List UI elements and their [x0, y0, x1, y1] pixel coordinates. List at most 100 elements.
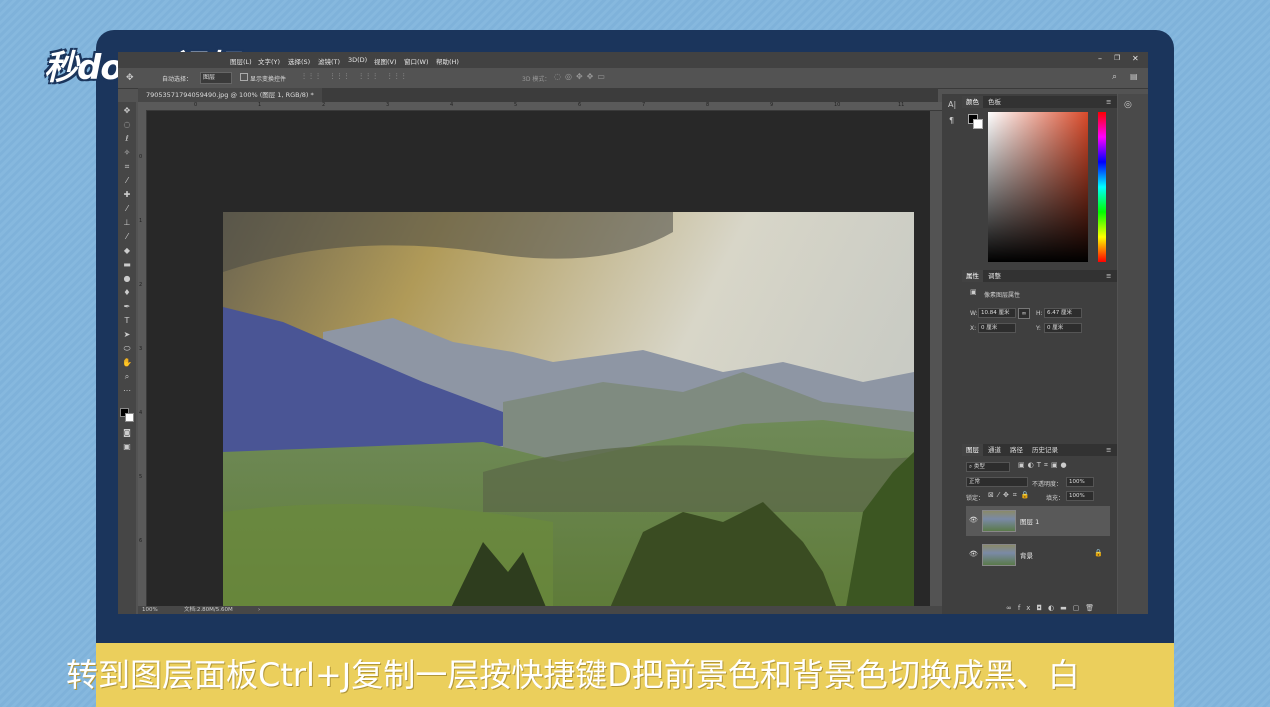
- stamp-tool-icon[interactable]: ⊥: [121, 218, 133, 228]
- hue-slider[interactable]: [1098, 112, 1106, 262]
- tab-color[interactable]: 颜色: [962, 96, 983, 108]
- tab-history[interactable]: 历史记录: [1028, 444, 1062, 456]
- ruler-tick: 6: [578, 102, 582, 108]
- ruler-tick: 1: [139, 218, 143, 224]
- path-select-tool-icon[interactable]: ➤: [121, 330, 133, 340]
- magic-wand-tool-icon[interactable]: ✧: [121, 148, 133, 158]
- type-tool-icon[interactable]: T: [121, 316, 133, 326]
- menu-bar: 图层(L) 文字(Y) 选择(S) 滤镜(T) 3D(D) 视图(V) 窗口(W…: [118, 52, 1148, 68]
- properties-title: 像素图层属性: [984, 292, 1021, 299]
- crop-tool-icon[interactable]: ⌗: [121, 162, 133, 172]
- shape-tool-icon[interactable]: ⬭: [121, 344, 133, 354]
- ruler-tick: 2: [139, 282, 143, 288]
- menu-type[interactable]: 文字(Y): [258, 56, 280, 66]
- ruler-tick: 7: [642, 102, 646, 108]
- lasso-tool-icon[interactable]: ℓ: [121, 134, 133, 144]
- lock-label: 锁定：: [966, 495, 985, 502]
- width-field[interactable]: 10.84 厘米: [978, 308, 1016, 318]
- ruler-tick: 5: [514, 102, 518, 108]
- h-label: H:: [1036, 310, 1043, 317]
- dodge-tool-icon[interactable]: ♦: [121, 288, 133, 298]
- fill-field[interactable]: 100%: [1066, 491, 1094, 501]
- layer-filter-icons[interactable]: ▣◐T⌗▣●: [1018, 461, 1070, 470]
- x-label: X:: [970, 325, 977, 332]
- document-canvas[interactable]: [147, 111, 930, 614]
- ruler-tick: 4: [139, 410, 143, 416]
- close-icon[interactable]: ✕: [1132, 54, 1139, 63]
- document-tabs: 79053571794059490.jpg @ 100% (图层 1, RGB/…: [138, 88, 938, 102]
- 3d-mode-label: 3D 模式：: [522, 76, 551, 83]
- blend-mode-dropdown[interactable]: 正常: [966, 477, 1028, 487]
- link-icon[interactable]: ∞: [1018, 308, 1030, 319]
- minimize-icon[interactable]: –: [1098, 54, 1102, 63]
- tab-layers[interactable]: 图层: [962, 444, 983, 456]
- x-field[interactable]: 0 厘米: [978, 323, 1016, 333]
- pixel-layer-icon: ▣: [970, 288, 977, 296]
- libraries-icon[interactable]: ◎: [1124, 100, 1132, 110]
- tab-channels[interactable]: 通道: [984, 444, 1005, 456]
- document-tab[interactable]: 79053571794059490.jpg @ 100% (图层 1, RGB/…: [138, 88, 322, 102]
- layers-panel-header: 图层 通道 路径 历史记录 ≡: [962, 444, 1117, 456]
- brush-tool-icon[interactable]: ⁄: [121, 204, 133, 214]
- layer-filter-dropdown[interactable]: ⌕ 类型: [966, 462, 1010, 472]
- quick-mask-icon[interactable]: ◙: [121, 428, 133, 438]
- menu-select[interactable]: 选择(S): [288, 56, 310, 66]
- paragraph-panel-icon[interactable]: ¶: [949, 116, 954, 125]
- restore-icon[interactable]: ❐: [1114, 54, 1120, 62]
- auto-select-dropdown[interactable]: 图层: [200, 72, 232, 84]
- height-field[interactable]: 6.47 厘米: [1044, 308, 1082, 318]
- move-tool-icon[interactable]: ✥: [121, 106, 133, 116]
- marquee-tool-icon[interactable]: ◌: [121, 120, 133, 130]
- align-icons[interactable]: ⫶⫶⫶ ⫶⫶⫶ ⫶⫶⫶ ⫶⫶⫶: [303, 72, 410, 82]
- landscape-photo[interactable]: [223, 212, 914, 614]
- more-tools-icon[interactable]: ⋯: [121, 386, 133, 396]
- blur-tool-icon[interactable]: ●: [121, 274, 133, 284]
- panel-menu-icon[interactable]: ≡: [1102, 444, 1115, 456]
- zoom-tool-icon[interactable]: ⌕: [121, 372, 133, 382]
- hand-tool-icon[interactable]: ✋: [121, 358, 133, 368]
- menu-filter[interactable]: 滤镜(T): [318, 56, 340, 66]
- menu-3d[interactable]: 3D(D): [348, 56, 367, 64]
- transform-controls-checkbox[interactable]: [240, 73, 248, 81]
- character-panel-icon[interactable]: A|: [948, 100, 956, 109]
- background-color-swatch[interactable]: [125, 413, 134, 422]
- lock-icons[interactable]: ⊠⁄✥⌗🔒: [988, 491, 1034, 500]
- tab-properties[interactable]: 属性: [962, 270, 983, 282]
- history-brush-icon[interactable]: ⁄: [121, 232, 133, 242]
- gradient-tool-icon[interactable]: ▬: [121, 260, 133, 270]
- y-field[interactable]: 0 厘米: [1044, 323, 1082, 333]
- workspace-icon[interactable]: ▤: [1130, 72, 1138, 81]
- tab-paths[interactable]: 路径: [1006, 444, 1027, 456]
- eyedropper-tool-icon[interactable]: ⁄: [121, 176, 133, 186]
- panel-menu-icon[interactable]: ≡: [1102, 96, 1115, 108]
- layer-name[interactable]: 背景: [1020, 550, 1033, 560]
- menu-help[interactable]: 帮助(H): [436, 56, 459, 66]
- visibility-eye-icon[interactable]: 👁: [969, 550, 978, 558]
- 3d-mode-icons[interactable]: ◌◎✥✥▭: [554, 72, 609, 81]
- status-arrow-icon[interactable]: ›: [258, 606, 260, 614]
- zoom-level[interactable]: 100%: [142, 606, 158, 614]
- menu-view[interactable]: 视图(V): [374, 56, 397, 66]
- eraser-tool-icon[interactable]: ◆: [121, 246, 133, 256]
- photoshop-window: 图层(L) 文字(Y) 选择(S) 滤镜(T) 3D(D) 视图(V) 窗口(W…: [118, 52, 1148, 614]
- layer-name[interactable]: 图层 1: [1020, 516, 1039, 526]
- search-icon[interactable]: ⌕: [1112, 72, 1117, 82]
- background-color-swatch[interactable]: [973, 119, 983, 129]
- visibility-eye-icon[interactable]: 👁: [969, 516, 978, 524]
- menu-window[interactable]: 窗口(W): [404, 56, 429, 66]
- properties-panel-header: 属性 调整 ≡: [962, 270, 1117, 282]
- ruler-tick: 10: [834, 102, 841, 108]
- tab-adjustments[interactable]: 调整: [984, 270, 1005, 282]
- healing-tool-icon[interactable]: ✚: [121, 190, 133, 200]
- menu-layer[interactable]: 图层(L): [230, 56, 252, 66]
- color-field[interactable]: [988, 112, 1088, 262]
- opacity-field[interactable]: 100%: [1066, 477, 1094, 487]
- tab-swatches[interactable]: 色板: [984, 96, 1005, 108]
- screen-mode-icon[interactable]: ▣: [121, 442, 133, 452]
- pen-tool-icon[interactable]: ✒: [121, 302, 133, 312]
- layer-row[interactable]: 👁 背景 🔒: [966, 540, 1110, 570]
- layer-actions-icons[interactable]: ∞fx◘◐▬▢🗑: [1006, 604, 1100, 612]
- panel-menu-icon[interactable]: ≡: [1102, 270, 1115, 282]
- landscape-image: [223, 212, 914, 614]
- layer-row[interactable]: 👁 图层 1: [966, 506, 1110, 536]
